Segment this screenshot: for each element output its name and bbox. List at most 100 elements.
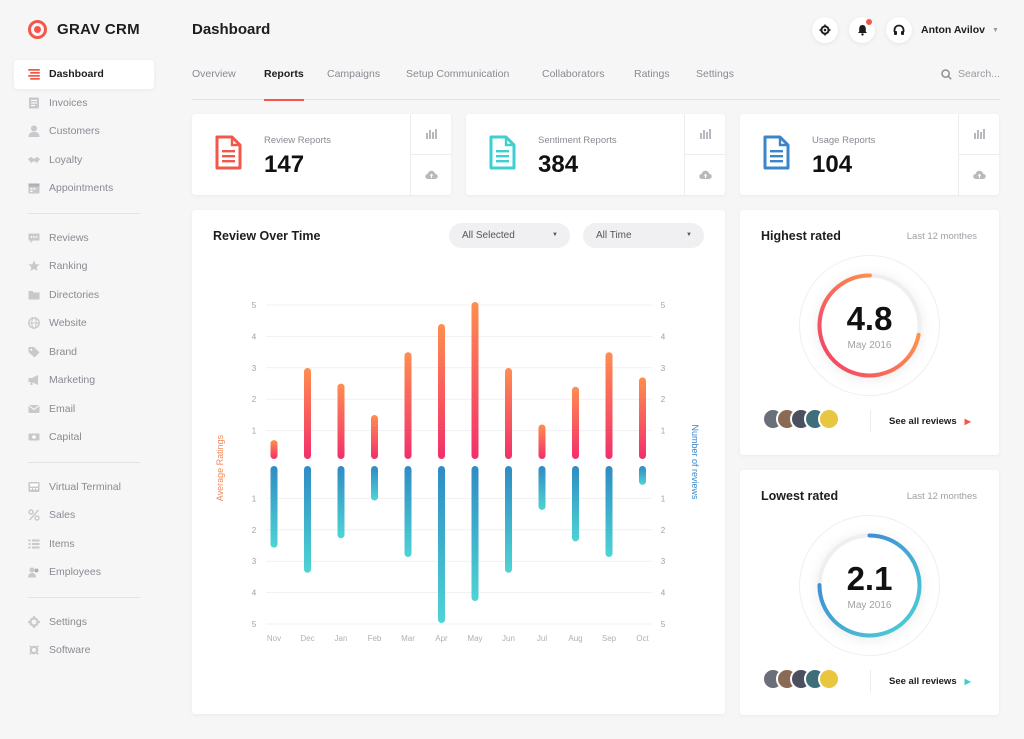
sidebar-item-label: Dashboard	[49, 68, 104, 81]
report-label: Review Reports	[264, 135, 332, 146]
x-tick-label: Mar	[401, 634, 415, 643]
notifications-button[interactable]	[849, 17, 875, 43]
report-value: 147	[264, 151, 305, 178]
sidebar-item-label: Ranking	[49, 260, 88, 273]
sidebar-item-label: Appointments	[49, 182, 114, 195]
sidebar-item-employees[interactable]: Employees	[14, 558, 154, 587]
sidebar-item-reviews[interactable]: Reviews	[14, 224, 154, 253]
y-tick-label-right: 3	[661, 557, 666, 566]
sidebar-item-directories[interactable]: Directories	[14, 281, 154, 310]
search[interactable]: Search...	[941, 68, 1000, 80]
sidebar-item-label: Invoices	[49, 96, 88, 109]
report-actions	[410, 114, 451, 195]
sidebar-divider	[28, 596, 140, 598]
tab-collaborators[interactable]: Collaborators	[542, 68, 604, 100]
bar-average-rating	[270, 440, 278, 459]
sidebar-item-website[interactable]: Website	[14, 309, 154, 338]
money-icon	[28, 432, 40, 443]
bar-review-count	[304, 466, 311, 573]
review-chart: 5 5 4 4 3 3 2 2 1 1 1 1 2 2 3 3 4 4 5 5 Nov Dec Jan Feb Mar Apr Ma…	[215, 301, 700, 643]
upload-button[interactable]	[411, 155, 451, 196]
sidebar-item-appointments[interactable]: Appointments	[14, 174, 154, 203]
star-icon	[28, 260, 40, 272]
bar-average-rating	[639, 377, 646, 459]
report-card[interactable]: Usage Reports 104	[740, 114, 999, 195]
y-tick-label: 2	[252, 395, 257, 404]
sidebar-item-items[interactable]: Items	[14, 530, 154, 559]
document-icon	[489, 135, 516, 170]
sidebar-item-label: Reviews	[49, 231, 89, 244]
user-name[interactable]: Anton Avilov	[921, 24, 985, 36]
sidebar-item-label: Software	[49, 644, 91, 657]
x-tick-label: Apr	[435, 634, 448, 643]
view-chart-button[interactable]	[685, 114, 725, 155]
tab-setup-communication[interactable]: Setup Communication	[406, 68, 509, 100]
see-all-label: See all reviews	[889, 675, 957, 687]
gear-icon	[819, 24, 831, 36]
sidebar-item-brand[interactable]: Brand	[14, 338, 154, 367]
y-tick-label-right: 5	[661, 301, 666, 310]
view-chart-button[interactable]	[959, 114, 999, 155]
bar-review-count	[371, 466, 378, 501]
brand-logo-icon	[28, 20, 47, 39]
sidebar-item-loyalty[interactable]: Loyalty	[14, 146, 154, 175]
sidebar-item-invoices[interactable]: Invoices	[14, 89, 154, 118]
mail-icon	[28, 403, 40, 414]
sidebar-item-ranking[interactable]: Ranking	[14, 252, 154, 281]
tab-ratings[interactable]: Ratings	[634, 68, 670, 100]
x-tick-label: May	[467, 634, 482, 643]
see-all-reviews-link[interactable]: See all reviews ▶	[870, 670, 971, 692]
bar-average-rating	[505, 367, 512, 459]
report-actions	[958, 114, 999, 195]
sidebar-item-virtual-terminal[interactable]: Virtual Terminal	[14, 473, 154, 502]
document-icon	[763, 135, 790, 170]
dashboard-icon	[28, 69, 40, 81]
sidebar-item-dashboard[interactable]: Dashboard	[14, 60, 154, 89]
search-input[interactable]: Search...	[958, 68, 1000, 80]
sidebar-item-settings[interactable]: Settings	[14, 608, 154, 637]
bar-average-rating	[438, 323, 445, 459]
view-chart-button[interactable]	[411, 114, 451, 155]
avatar[interactable]	[818, 668, 840, 690]
rating-date: May 2016	[847, 340, 892, 351]
sidebar-item-sales[interactable]: Sales	[14, 501, 154, 530]
tab-reports[interactable]: Reports	[264, 68, 304, 101]
sidebar-item-marketing[interactable]: Marketing	[14, 366, 154, 395]
report-card[interactable]: Review Reports 147	[192, 114, 451, 195]
arrow-right-icon: ▶	[964, 676, 971, 686]
tab-campaigns[interactable]: Campaigns	[327, 68, 380, 100]
tab-bar: Overview Reports Campaigns Setup Communicat…	[192, 60, 1000, 101]
chevron-down-icon[interactable]: ▼	[992, 27, 999, 34]
y-tick-label-right: 2	[661, 395, 666, 404]
brand[interactable]: GRAV CRM	[28, 20, 140, 39]
sidebar-item-capital[interactable]: Capital	[14, 423, 154, 452]
bar-average-rating	[605, 352, 613, 459]
sidebar-item-customers[interactable]: Customers	[14, 117, 154, 146]
brand-name: GRAV CRM	[57, 21, 140, 38]
chat-icon	[28, 232, 40, 243]
bar-review-count	[572, 466, 579, 542]
avatar[interactable]	[818, 408, 840, 430]
report-card[interactable]: Sentiment Reports 384	[466, 114, 725, 195]
sidebar-item-email[interactable]: Email	[14, 395, 154, 424]
sidebar-item-software[interactable]: Software	[14, 636, 154, 665]
upload-button[interactable]	[685, 155, 725, 196]
list-icon	[28, 538, 40, 549]
calendar-icon	[28, 183, 40, 194]
reviewer-avatars	[762, 668, 840, 690]
handshake-icon	[28, 154, 40, 165]
tab-settings[interactable]: Settings	[696, 68, 734, 100]
tab-overview[interactable]: Overview	[192, 68, 236, 100]
bar-average-rating	[337, 383, 345, 459]
review-chart-card: Review Over Time All Selected ▼ All Time…	[192, 210, 725, 714]
folder-icon	[28, 289, 40, 300]
sidebar-item-label: Marketing	[49, 374, 96, 387]
see-all-reviews-link[interactable]: See all reviews ▶	[870, 410, 971, 432]
settings-button[interactable]	[812, 17, 838, 43]
x-tick-label: Dec	[300, 634, 314, 643]
report-label: Sentiment Reports	[538, 135, 617, 146]
upload-button[interactable]	[959, 155, 999, 196]
page-title: Dashboard	[192, 21, 271, 38]
user-avatar[interactable]	[886, 17, 912, 43]
bar-review-count	[538, 466, 546, 510]
